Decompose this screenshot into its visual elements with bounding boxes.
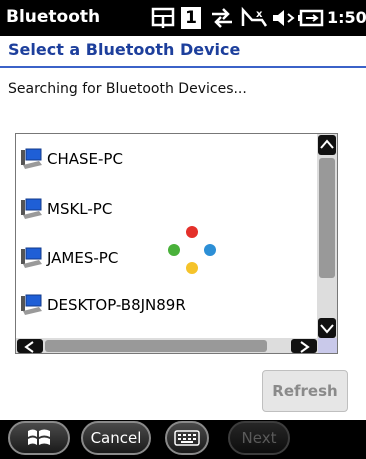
refresh-button[interactable]: Refresh [262,370,348,412]
svg-text:x: x [256,9,263,20]
app-name: Bluetooth [6,7,101,27]
speaker-icon [273,10,295,26]
spinner-dot-yellow [186,262,198,274]
keyboard-icon [174,430,200,446]
battery-icon [298,9,324,27]
computer-icon [21,198,42,219]
device-name: MSKL-PC [47,200,113,218]
list-item-device[interactable]: MSKL-PC [19,196,112,222]
device-list[interactable]: CHASE-PC MSKL-PC JAMES-PC DESKTOP-B8JN89… [15,133,338,354]
horizontal-scroll-thumb[interactable] [45,340,267,352]
computer-icon [21,148,42,169]
chevron-up-icon [320,139,334,149]
scroll-left-button[interactable] [17,339,43,353]
sync-icon [212,8,232,28]
chevron-left-icon [24,341,34,353]
signal-icon: x [241,6,268,27]
list-item-device[interactable]: CHASE-PC [19,146,123,172]
computer-icon [21,247,42,268]
page-title: Select a Bluetooth Device [8,40,241,59]
horizontal-scrollbar[interactable] [16,338,319,353]
spinner-dot-blue [204,244,216,256]
spinner-dot-green [168,244,180,256]
clock: 1:50 [327,8,366,27]
chevron-down-icon [320,324,334,334]
list-item-device[interactable]: JAMES-PC [19,245,118,271]
chevron-right-icon [300,341,310,353]
cancel-button[interactable]: Cancel [81,421,151,455]
start-windows-icon [28,429,50,445]
scroll-right-button[interactable] [291,339,317,353]
header-divider [0,66,366,68]
spinner-dot-red [186,226,198,238]
device-name: JAMES-PC [47,249,119,267]
computer-icon [21,294,42,315]
next-button[interactable]: Next [228,421,290,455]
status-bar: Bluetooth 1 x 1:50 [0,0,366,36]
device-name: DESKTOP-B8JN89R [47,296,186,314]
busy-spinner-icon [168,226,216,274]
taskbar: Cancel Next [0,420,366,459]
keyboard-button[interactable] [165,421,209,455]
scroll-up-button[interactable] [318,135,336,155]
notification-icon[interactable] [150,6,176,30]
start-button[interactable] [8,421,70,455]
indicator-badge: 1 [181,7,201,29]
list-item-device[interactable]: DESKTOP-B8JN89R [19,292,186,318]
scrollbar-corner [318,338,337,353]
scroll-down-button[interactable] [318,318,336,338]
device-name: CHASE-PC [47,150,123,168]
vertical-scrollbar[interactable] [317,134,337,339]
vertical-scroll-thumb[interactable] [319,158,335,278]
search-status-text: Searching for Bluetooth Devices... [8,81,247,97]
